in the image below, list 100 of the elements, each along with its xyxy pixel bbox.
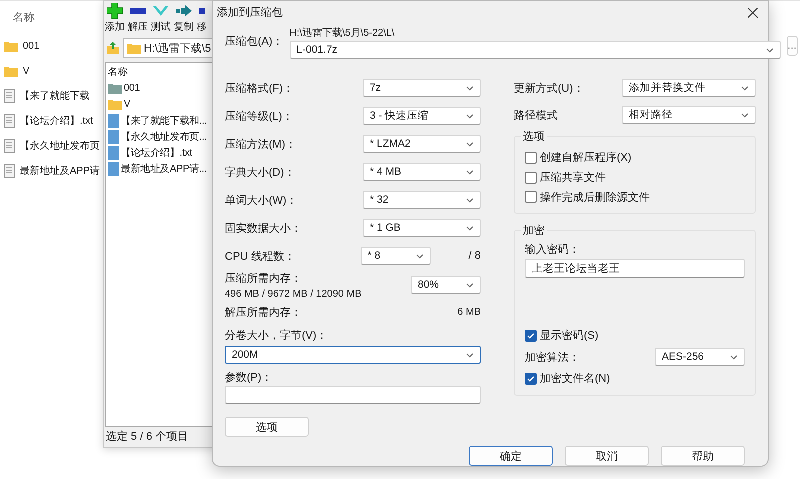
- status-text: 选定 5 / 6 个项目: [105, 430, 190, 445]
- file-name[interactable]: 001: [23, 40, 40, 52]
- folder-icon: [127, 42, 141, 54]
- toolbar-button[interactable]: 移: [197, 20, 207, 34]
- dropdown[interactable]: * 8: [360, 247, 431, 265]
- dropdown[interactable]: * 4 MB: [363, 163, 481, 181]
- document-icon: [4, 114, 15, 128]
- dropdown[interactable]: 添加并替换文件: [622, 79, 756, 97]
- field-label: 固实数据大小：: [225, 222, 302, 236]
- group-title: 加密: [521, 223, 547, 238]
- chevron-down-icon: [466, 226, 474, 230]
- password-field[interactable]: 上老王论坛当老王: [525, 259, 745, 278]
- options-button[interactable]: 选项: [225, 417, 309, 437]
- chevron-down-icon: [730, 354, 738, 360]
- field-label: 字典大小(D)：: [225, 166, 296, 180]
- dropdown[interactable]: * 1 GB: [363, 219, 481, 237]
- chevron-down-icon: [466, 86, 474, 90]
- dropdown[interactable]: AES-256: [655, 348, 745, 366]
- field-label: 更新方式(U)：: [514, 82, 584, 96]
- document-icon: [108, 130, 119, 144]
- folder-icon: [4, 40, 18, 52]
- field-label: 压缩所需内存：: [225, 272, 303, 286]
- dropdown[interactable]: 3 - 快速压缩: [363, 107, 481, 125]
- field-label: 加密算法：: [525, 350, 580, 364]
- memory-usage: 6 MB: [458, 306, 481, 318]
- dropdown[interactable]: 80%: [411, 276, 481, 294]
- memory-usage: 496 MB / 9672 MB / 12090 MB: [225, 288, 362, 300]
- field-label: 参数(P)：: [225, 371, 274, 386]
- checkbox-label[interactable]: 加密文件名(N): [540, 371, 610, 386]
- dropdown[interactable]: * LZMA2: [363, 135, 481, 153]
- checkbox-label[interactable]: 创建自解压程序(X): [540, 150, 632, 166]
- chevron-down-icon: [466, 282, 474, 288]
- move-icon: [199, 8, 205, 14]
- check-icon: [527, 376, 535, 382]
- dropdown[interactable]: L-001.7z: [290, 41, 781, 59]
- chevron-down-icon: [466, 352, 474, 358]
- folder-icon: [108, 83, 122, 94]
- file-name[interactable]: 【来了就能下载: [20, 89, 90, 103]
- dialog-button[interactable]: 帮助: [661, 446, 745, 466]
- file-name[interactable]: V: [124, 99, 130, 110]
- checkbox[interactable]: [525, 372, 537, 384]
- up-folder-icon[interactable]: [106, 41, 120, 55]
- file-name[interactable]: 【论坛介绍】.txt: [121, 146, 192, 160]
- file-name[interactable]: V: [23, 66, 30, 76]
- chevron-down-icon: [416, 254, 424, 258]
- chevron-down-icon: [466, 170, 474, 174]
- toolbar-button[interactable]: 解压: [128, 20, 148, 34]
- file-name[interactable]: 【永久地址发布页: [20, 139, 100, 153]
- file-name[interactable]: 001: [124, 83, 140, 94]
- chevron-down-icon: [466, 114, 474, 118]
- dropdown[interactable]: 相对路径: [622, 106, 756, 124]
- folder-icon: [108, 99, 122, 110]
- folder-icon: [4, 66, 18, 76]
- checkbox[interactable]: [525, 330, 537, 342]
- group-title: 选项: [521, 129, 547, 144]
- arrow-icon: [176, 5, 192, 17]
- field-label: 输入密码：: [525, 242, 581, 258]
- check-icon: [527, 332, 535, 338]
- document-icon: [4, 139, 15, 153]
- dropdown[interactable]: * 32: [363, 191, 481, 209]
- volume-size-field[interactable]: 200M: [225, 346, 481, 364]
- field-label: 单词大小(W)：: [225, 194, 298, 208]
- document-icon: [108, 114, 119, 128]
- chevron-down-icon: [466, 198, 474, 202]
- toolbar-button[interactable]: 测试: [151, 20, 171, 34]
- document-icon: [4, 89, 15, 103]
- parameters-field[interactable]: [225, 386, 481, 404]
- field-label: 压缩等级(L)：: [225, 110, 294, 124]
- thread-count: / 8: [468, 250, 481, 262]
- field-label: 路径模式: [514, 108, 558, 122]
- toolbar-button[interactable]: 复制: [174, 20, 194, 34]
- document-icon: [108, 162, 119, 176]
- field-label: 压缩格式(F)：: [225, 82, 294, 96]
- checkbox[interactable]: [525, 152, 537, 164]
- chevron-down-icon: [466, 142, 474, 146]
- file-name[interactable]: 最新地址及APP请...: [121, 162, 207, 176]
- check-icon: [153, 5, 169, 17]
- file-name[interactable]: 【论坛介绍】.txt: [20, 114, 94, 128]
- toolbar-button[interactable]: 添加: [105, 20, 125, 34]
- checkbox-label[interactable]: 压缩共享文件: [540, 170, 606, 185]
- minus-icon: [130, 8, 146, 14]
- dropdown[interactable]: 7z: [363, 79, 481, 97]
- field-label: CPU 线程数：: [225, 250, 296, 264]
- chevron-down-icon: [766, 48, 774, 52]
- checkbox[interactable]: [525, 172, 537, 184]
- checkbox-label[interactable]: 显示密码(S): [540, 328, 599, 343]
- window-title: 添加到压缩包: [217, 6, 283, 20]
- document-icon: [108, 146, 119, 160]
- file-name[interactable]: 【来了就能下载和...: [121, 114, 208, 128]
- file-name[interactable]: 【永久地址发布页...: [121, 130, 208, 144]
- document-icon: [4, 164, 15, 178]
- checkbox-label[interactable]: 操作完成后删除源文件: [540, 190, 650, 205]
- chevron-down-icon: [741, 86, 749, 90]
- file-name[interactable]: 最新地址及APP请: [20, 164, 100, 178]
- dialog-button[interactable]: 取消: [565, 446, 649, 466]
- chevron-down-icon: [741, 112, 749, 118]
- dialog-button[interactable]: 确定: [469, 446, 553, 466]
- plus-icon: [107, 3, 123, 19]
- close-icon[interactable]: [748, 8, 758, 18]
- checkbox[interactable]: [525, 191, 537, 204]
